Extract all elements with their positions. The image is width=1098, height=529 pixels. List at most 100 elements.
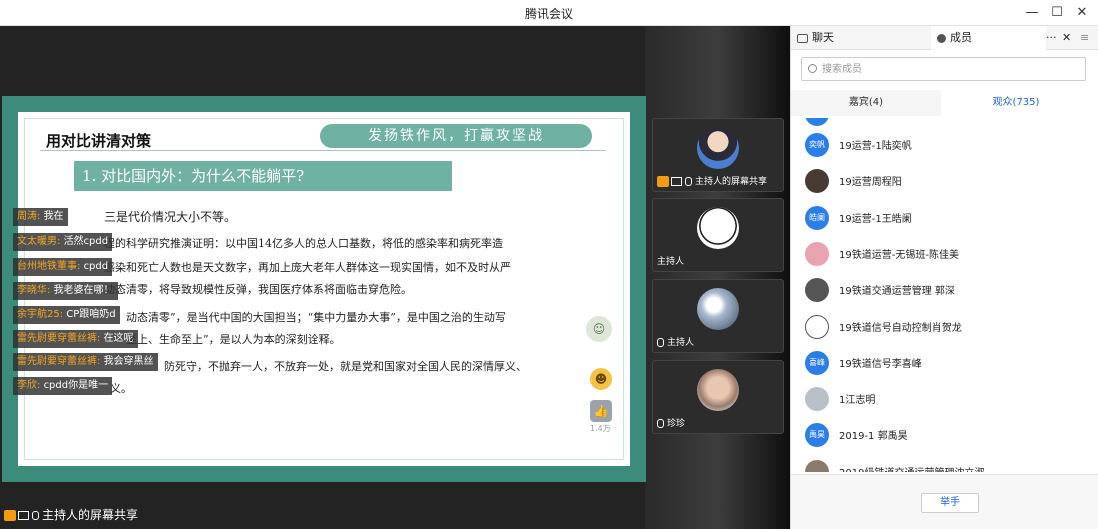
menu-icon[interactable]: ≡ [1080, 26, 1096, 50]
maximize-button[interactable]: ☐ [1046, 3, 1068, 23]
avatar [805, 169, 829, 194]
avatar: 禹昊 [805, 423, 829, 448]
member-list: 奕帆 19运营-1陆奕帆 19运营周程阳皓阑 19运营-1王皓阑 19铁道运营-无锡班-… [791, 118, 1098, 472]
chat-bubble: 台州地铁董事: cpdd [13, 258, 113, 276]
tile-label: 主持人 [657, 257, 685, 267]
chat-bubble: 文太暖男: 活然cpdd [13, 233, 113, 251]
slide-line: 动态清零”，是当代中国的大国担当；“集中力量办大事”，是中国之治的生动写 [126, 311, 506, 324]
member-item[interactable]: 皓阑 19运营-1王皓阑 [791, 199, 1098, 235]
raise-hand-area: 举手 [791, 474, 1098, 529]
more-icon[interactable]: ··· [1046, 26, 1062, 50]
avatar [697, 127, 739, 169]
mic-icon [657, 338, 664, 347]
avatar [697, 288, 739, 330]
bottom-status: 主持人的屏幕共享 [4, 506, 138, 526]
avatar [805, 387, 829, 412]
meeting-window: 腾讯会议 — ☐ ✕ 用对比讲清对策 发扬铁作风，打赢攻坚战 1. 对比国内外：… [0, 0, 1098, 529]
slide-heading: 1. 对比国内外：为什么不能躺平? [74, 161, 452, 191]
tab-audience[interactable]: 观众(735) [941, 90, 1091, 116]
slide-banner: 发扬铁作风，打赢攻坚战 [320, 124, 592, 148]
search-input[interactable] [822, 61, 1080, 77]
slide-divider [40, 150, 606, 151]
avatar [697, 369, 739, 411]
chat-bubble: 李欣: cpdd你是唯一 [13, 377, 113, 395]
like-count: 1.4万 [590, 424, 611, 433]
slide-line: 三是代价情况大小不等。 [104, 210, 237, 224]
side-panel: 聊天 成员 ··· ✕ ≡ 嘉宾(4) 观众(735) 奕帆 19运营-1陆奕帆 1… [790, 26, 1098, 529]
video-tile[interactable]: 珍珍 [652, 360, 784, 434]
panel-close-icon[interactable]: ✕ [1062, 26, 1074, 50]
search-icon [808, 64, 817, 73]
slide-line: 感染和死亡人数也是天文数字，再加上庞大老年人群体这一现实国情，如不及时从严 [104, 261, 511, 274]
minimize-button[interactable]: — [1021, 3, 1043, 23]
video-tile[interactable]: 主持人 [652, 198, 784, 272]
host-badge-icon [657, 176, 669, 187]
chat-bubble: 雷先尉要穿蕾丝裤: 在这呢 [13, 330, 138, 348]
search-box[interactable] [801, 57, 1086, 81]
member-name: 19铁道交通运营管理 郭深 [839, 286, 955, 298]
scroll-peek-item [805, 118, 829, 126]
avatar: 奕帆 [805, 133, 829, 157]
member-name: 1江志明 [839, 395, 876, 407]
member-name: 19铁道信号自动控制肖贺龙 [839, 322, 962, 334]
mic-icon [657, 419, 664, 428]
member-name: 19运营-1王皓阑 [839, 213, 912, 225]
tab-chat[interactable]: 聊天 [791, 26, 931, 50]
avatar: 皓阑 [805, 205, 829, 230]
member-item[interactable]: 奕帆 19运营-1陆奕帆 [791, 126, 1098, 162]
mic-icon [685, 177, 692, 186]
member-name: 19运营周程阳 [839, 177, 902, 189]
member-item[interactable]: 禹昊 2019-1 郭禹昊 [791, 416, 1098, 452]
avatar [697, 207, 739, 249]
slide-line: 防死守，不抛弃一人，不放弃一处，就是党和国家对全国人民的深情厚义、 [164, 360, 527, 373]
member-name: 19运营-1陆奕帆 [839, 141, 912, 152]
screen-share-icon [671, 177, 682, 186]
member-name: 19铁道信号李喜峰 [839, 358, 922, 370]
video-tile[interactable]: 主持人的屏幕共享 [652, 118, 784, 192]
tile-label: 主持人 [657, 335, 694, 348]
chat-bubble: 周涛: 我在 [13, 208, 68, 226]
avatar [805, 241, 829, 266]
raise-hand-button[interactable]: 举手 [921, 493, 979, 513]
main-stage: 用对比讲清对策 发扬铁作风，打赢攻坚战 1. 对比国内外：为什么不能躺平? 三是… [0, 26, 790, 529]
window-title: 腾讯会议 [524, 7, 573, 21]
close-button[interactable]: ✕ [1071, 3, 1093, 23]
tile-label: 主持人的屏幕共享 [657, 174, 767, 187]
chat-bubble: 雷先尉要穿蕾丝裤: 我会穿黑丝 [13, 353, 158, 371]
chat-bubble: 余宇航25: CP跟咱奶d [13, 306, 120, 324]
slide-line: 动态清零，将导致规模性反弹，我国医疗体系将面临击穿危险。 [104, 283, 412, 296]
member-item[interactable]: 喜峰 19铁道信号李喜峰 [791, 344, 1098, 380]
smile-emoji-icon[interactable]: ☺ [586, 316, 612, 342]
member-item[interactable]: 19运营周程阳 [791, 162, 1098, 198]
slide-line: 程的科学研究推演证明：以中国14亿多人的总人口基数，将低的感染率和病死率造 [104, 237, 503, 250]
avatar: 喜峰 [805, 350, 829, 375]
member-item[interactable]: 19铁道信号自动控制肖贺龙 [791, 308, 1098, 344]
member-name: 2019级铁道交通运营管理沈立淑 [839, 464, 984, 472]
tab-members[interactable]: 成员 [931, 26, 1046, 50]
member-item[interactable]: 19铁道交通运营管理 郭深 [791, 271, 1098, 307]
mic-icon [32, 511, 39, 520]
panel-tabs: 聊天 成员 ··· ✕ ≡ [791, 26, 1098, 50]
member-item[interactable]: 19铁道运营-无锡班-陈佳美 [791, 235, 1098, 271]
slide-line: 义。 [110, 382, 132, 395]
thumbs-up-icon[interactable]: 👍 [590, 400, 612, 422]
member-item[interactable]: 2019级铁道交通运营管理沈立淑 [791, 453, 1098, 472]
member-name: 19铁道运营-无锡班-陈佳美 [839, 249, 959, 261]
chat-icon [797, 33, 808, 43]
title-bar: 腾讯会议 — ☐ ✕ [0, 0, 1098, 26]
host-badge-icon [4, 510, 16, 521]
video-tile[interactable]: 主持人 [652, 279, 784, 353]
tile-label: 珍珍 [657, 416, 685, 429]
avatar [805, 314, 829, 339]
slide-title: 用对比讲清对策 [46, 132, 152, 150]
laugh-emoji-icon[interactable]: ☻ [590, 368, 612, 390]
tab-guests[interactable]: 嘉宾(4) [791, 90, 941, 116]
chat-bubble: 李晓华: 我老婆在哪！ [13, 282, 118, 300]
slide-line: 至上、生命至上”，是以人为本的深刻诠释。 [126, 333, 341, 346]
avatar [805, 278, 829, 303]
avatar [805, 459, 829, 472]
member-item[interactable]: 1江志明 [791, 380, 1098, 416]
screen-share-icon [18, 511, 29, 520]
stage-gradient [645, 26, 790, 529]
members-icon [937, 33, 946, 43]
